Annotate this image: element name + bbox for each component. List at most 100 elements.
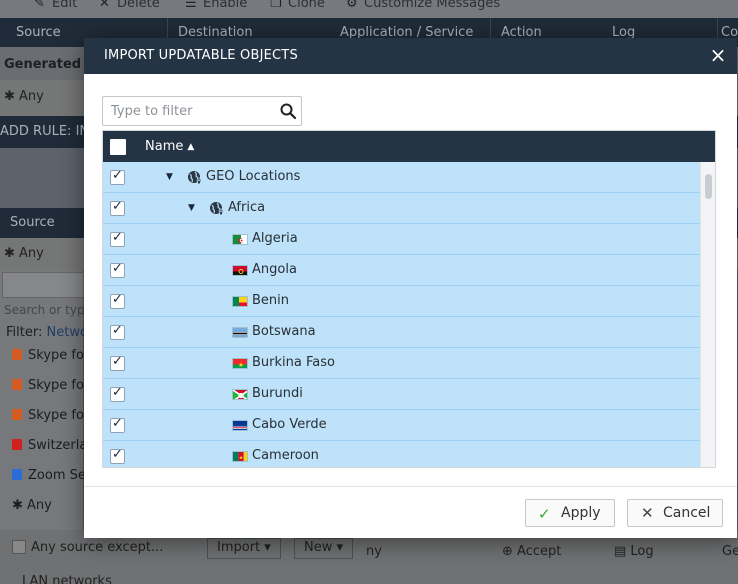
apply-button[interactable]: ✓ Apply	[525, 499, 615, 527]
any-icon: ✱	[4, 89, 20, 104]
filter-input[interactable]	[103, 97, 275, 125]
row-checkbox[interactable]: ✓	[110, 385, 125, 402]
any-icon: ✱	[4, 246, 20, 261]
panel-item[interactable]: ✱ Any	[12, 498, 52, 513]
panel-item[interactable]: Switzerla	[12, 438, 87, 453]
switzerland-flag-icon	[12, 439, 22, 450]
tree-row[interactable]: ✓ ▼ Africa	[103, 193, 700, 224]
log-icon: ▤	[614, 544, 631, 559]
check-icon: ✓	[112, 261, 123, 276]
panel-item[interactable]: Zoom Se	[12, 468, 86, 483]
check-icon: ✓	[112, 323, 123, 338]
customize-messages-button[interactable]: ⚙ Customize Messages	[346, 0, 500, 11]
check-icon: ✓	[112, 199, 123, 214]
new-button[interactable]: New ▾	[294, 538, 354, 559]
clone-icon: ❐	[270, 0, 282, 11]
row-checkbox[interactable]: ✓	[110, 292, 125, 309]
burkina-flag-icon	[232, 358, 248, 369]
name-column-header[interactable]: Name ▲	[145, 139, 194, 154]
row-label: Burundi	[252, 386, 303, 401]
comment-cell: Ge	[722, 544, 738, 559]
delete-icon: ✕	[99, 0, 110, 11]
gear-icon: ⚙	[346, 0, 358, 11]
scroll-thumb[interactable]	[705, 174, 712, 199]
filter-box	[102, 96, 302, 126]
tree-row[interactable]: ✓ ▼ GEO Locations	[103, 162, 700, 193]
any-source-except-checkbox[interactable]	[12, 540, 26, 554]
row-checkbox[interactable]: ✓	[110, 416, 125, 433]
tree-row[interactable]: ✓ Angola	[103, 255, 700, 286]
check-icon: ✓	[112, 230, 123, 245]
cameroon-flag-icon	[232, 451, 248, 462]
search-icon[interactable]	[279, 102, 297, 120]
row-checkbox[interactable]: ✓	[110, 323, 125, 340]
log-cell: ▤ Log	[614, 544, 654, 559]
row-label: Algeria	[252, 231, 298, 246]
row-checkbox[interactable]: ✓	[110, 199, 125, 216]
row-label: Angola	[252, 262, 297, 277]
angola-flag-icon	[232, 265, 248, 276]
toolbar: ✎ Edit ✕ Delete ☰ Enable ❐ Clone ⚙ Customize …	[0, 0, 738, 18]
collapse-arrow-icon[interactable]: ▼	[166, 172, 176, 182]
delete-button[interactable]: ✕ Delete	[99, 0, 160, 11]
tree-row[interactable]: ✓ Cabo Verde	[103, 410, 700, 441]
footer-divider	[84, 486, 737, 487]
background-bottom-bar: Any source except... Import ▾ New ▾ ny ⊕…	[0, 530, 738, 584]
tree-row[interactable]: ✓ Cameroon	[103, 441, 700, 467]
tree-row[interactable]: ✓ Algeria	[103, 224, 700, 255]
sort-ascending-icon: ▲	[187, 142, 195, 152]
dialog-title: IMPORT UPDATABLE OBJECTS	[104, 48, 298, 63]
import-updatable-objects-dialog: IMPORT UPDATABLE OBJECTS × Name▲ ✓ ▼ GEO L…	[84, 38, 737, 538]
row-label: Africa	[228, 200, 266, 215]
tree-row[interactable]: ✓ Burundi	[103, 379, 700, 410]
any-cell: ✱ Any	[4, 89, 44, 104]
any-icon: ✱	[12, 498, 28, 513]
panel-item[interactable]: Skype for	[12, 408, 89, 423]
cancel-button[interactable]: ✕ Cancel	[627, 499, 723, 527]
panel-search-field[interactable]	[2, 272, 84, 298]
office-icon	[12, 349, 22, 360]
row-checkbox[interactable]: ✓	[110, 447, 125, 464]
check-icon: ✓	[112, 292, 123, 307]
close-icon[interactable]: ×	[707, 43, 729, 67]
lan-networks-label: LAN networks	[22, 574, 112, 584]
caboverde-flag-icon	[232, 420, 248, 431]
clone-button[interactable]: ❐ Clone	[270, 0, 325, 11]
panel-item[interactable]: Skype for	[12, 348, 89, 363]
tree-row[interactable]: ✓ Benin	[103, 286, 700, 317]
tree-row[interactable]: ✓ Burkina Faso	[103, 348, 700, 379]
collapse-arrow-icon[interactable]: ▼	[188, 203, 198, 213]
row-label: Benin	[252, 293, 290, 308]
row-checkbox[interactable]: ✓	[110, 354, 125, 371]
panel-filter[interactable]: Filter: Netwo	[6, 325, 88, 340]
office-icon	[12, 409, 22, 420]
accept-icon: ⊕	[502, 544, 518, 559]
rule-cell: ny	[366, 544, 382, 559]
grid-header: Name ▲	[103, 131, 715, 162]
row-label: GEO Locations	[206, 169, 301, 184]
any-source-except-label: Any source except...	[31, 540, 164, 555]
tree-row[interactable]: ✓ Botswana	[103, 317, 700, 348]
row-checkbox[interactable]: ✓	[110, 261, 125, 278]
column-source[interactable]: Source	[16, 25, 61, 40]
check-icon: ✓	[112, 354, 123, 369]
row-checkbox[interactable]: ✓	[110, 230, 125, 247]
panel-item[interactable]: Skype for	[12, 378, 89, 393]
row-checkbox[interactable]: ✓	[110, 168, 125, 185]
source-picker-panel: Search or type Filter: Netwo Skype for S…	[0, 270, 92, 570]
import-button[interactable]: Import ▾	[207, 538, 281, 559]
x-icon: ✕	[641, 504, 654, 522]
edit-icon: ✎	[34, 0, 45, 11]
select-all-checkbox[interactable]	[110, 139, 126, 155]
row-label: Burkina Faso	[252, 355, 335, 370]
checkmark-icon: ✓	[538, 505, 551, 523]
edit-button[interactable]: ✎ Edit	[34, 0, 77, 11]
grid-rows: ✓ ▼ GEO Locations ✓ ▼ Africa ✓ Algeria ✓ Angola ✓ B…	[103, 162, 700, 467]
geo-location-icon	[186, 169, 204, 187]
grid-scrollbar[interactable]	[700, 162, 715, 467]
enable-button[interactable]: ☰ Enable	[185, 0, 247, 11]
geo-location-icon	[208, 200, 226, 218]
check-icon: ✓	[112, 168, 123, 183]
action-cell: ⊕ Accept	[502, 544, 562, 559]
burundi-flag-icon	[232, 389, 248, 400]
